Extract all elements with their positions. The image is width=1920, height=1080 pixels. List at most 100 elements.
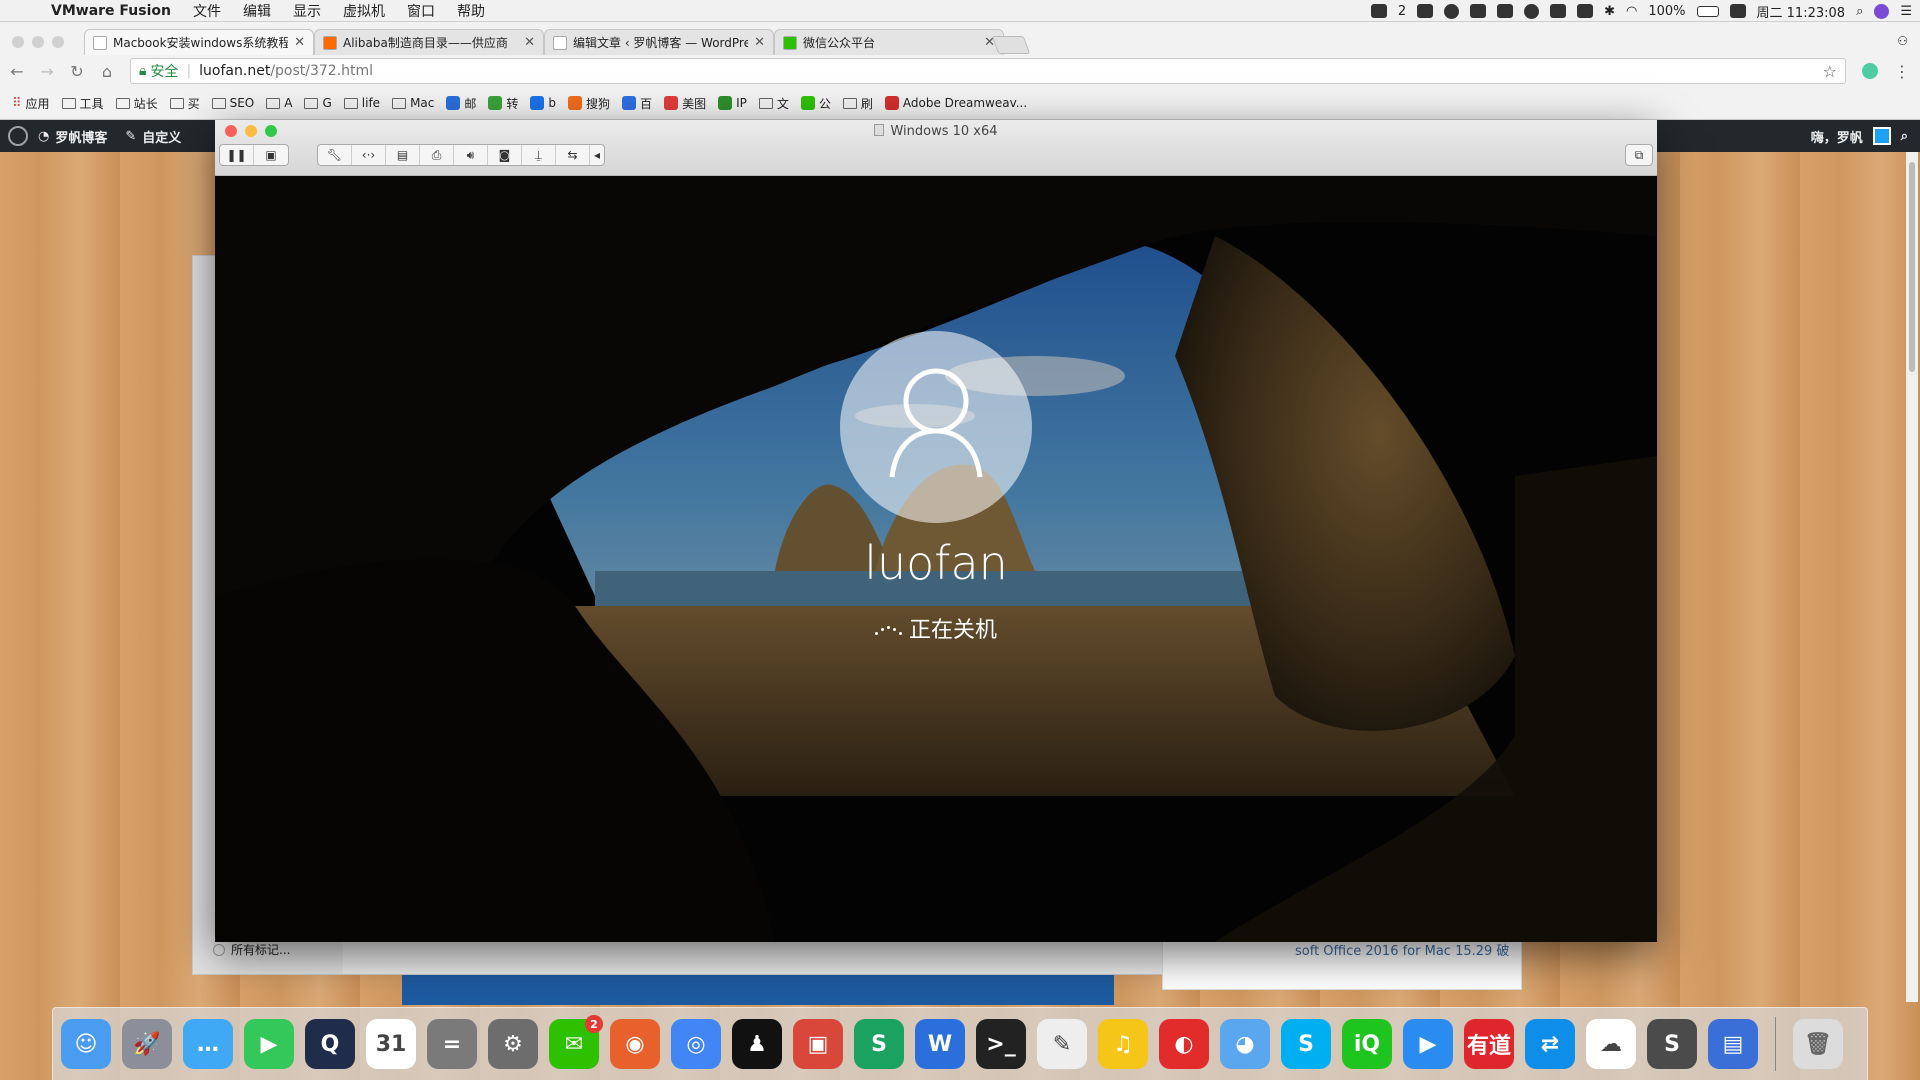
- dock-qq-icon[interactable]: ♟: [732, 1019, 782, 1069]
- snapshot-icon[interactable]: ▣: [254, 145, 288, 165]
- input-method-icon[interactable]: [1729, 4, 1746, 18]
- dock-youdao-icon[interactable]: 有道: [1464, 1019, 1514, 1069]
- bookmark-item[interactable]: 文: [758, 95, 789, 112]
- collapse-toolbar-icon[interactable]: ◂: [590, 145, 604, 165]
- settings-wrench-icon[interactable]: 🔧︎: [318, 145, 352, 165]
- notification-center-icon[interactable]: ☰: [1900, 4, 1912, 19]
- bookmark-item[interactable]: 搜狗: [568, 95, 610, 112]
- wp-customize[interactable]: 自定义: [142, 127, 181, 146]
- extension-icon[interactable]: [1862, 63, 1878, 79]
- usb-icon[interactable]: ⍊: [522, 145, 556, 165]
- avatar[interactable]: [1872, 127, 1891, 145]
- browser-minimize-button[interactable]: [32, 36, 44, 48]
- send-icon[interactable]: [1497, 4, 1514, 18]
- screen-icon[interactable]: [1470, 4, 1487, 18]
- tab-close-icon[interactable]: ✕: [294, 35, 305, 50]
- bookmark-item[interactable]: Mac: [392, 96, 434, 110]
- dock-teamviewer-icon[interactable]: ⇄: [1525, 1019, 1575, 1069]
- dock-iqiyi-icon[interactable]: iQ: [1342, 1019, 1392, 1069]
- menu-window[interactable]: 窗口: [396, 1, 446, 21]
- unity-view-icon[interactable]: ⧉: [1626, 145, 1652, 165]
- bookmark-item[interactable]: 美图: [664, 95, 706, 112]
- bookmark-item[interactable]: Adobe Dreamweav...: [884, 96, 1027, 110]
- bookmark-item[interactable]: 买: [169, 95, 200, 112]
- address-bar[interactable]: 🔒︎ 安全 | luofan.net /post/372.html ☆: [130, 58, 1846, 84]
- dock-system-preferences-icon[interactable]: ⚙: [488, 1019, 538, 1069]
- bluetooth-icon[interactable]: ✱: [1604, 4, 1615, 19]
- browser-tab[interactable]: Alibaba制造商目录——供应商 ✕: [314, 29, 544, 55]
- dock-wps-writer-icon[interactable]: W: [915, 1019, 965, 1069]
- new-tab-button[interactable]: [991, 36, 1031, 54]
- wordpress-logo-icon[interactable]: [8, 126, 28, 146]
- sound-icon[interactable]: 🔊︎: [454, 145, 488, 165]
- battery-percent[interactable]: 100%: [1648, 4, 1685, 19]
- reload-button[interactable]: ↻: [70, 62, 84, 81]
- scrollbar-thumb[interactable]: [1909, 162, 1915, 372]
- menu-help[interactable]: 帮助: [446, 1, 496, 21]
- browser-tab[interactable]: Macbook安装windows系统教程 ✕: [84, 29, 314, 55]
- bookmark-item[interactable]: SEO: [211, 96, 254, 110]
- disk-icon[interactable]: ▤: [386, 145, 420, 165]
- tab-close-icon[interactable]: ✕: [524, 35, 535, 50]
- menubar-clock[interactable]: 周二 11:23:08: [1757, 2, 1846, 21]
- dock-calendar-icon[interactable]: 31: [366, 1019, 416, 1069]
- bookmark-item[interactable]: 站长: [115, 95, 158, 112]
- dock-trash-icon[interactable]: 🗑: [1793, 1019, 1843, 1069]
- bookmark-item[interactable]: IP: [718, 96, 747, 110]
- dock-sublime-text-icon[interactable]: S: [1647, 1019, 1697, 1069]
- dock-qq-music-icon[interactable]: ♫: [1098, 1019, 1148, 1069]
- bookmark-item[interactable]: G: [304, 96, 332, 110]
- menu-file[interactable]: 文件: [182, 1, 232, 21]
- netdisk-status-icon[interactable]: [1550, 4, 1567, 18]
- dock-launchpad-icon[interactable]: 🚀: [122, 1019, 172, 1069]
- bookmark-item[interactable]: ⠿ 应用: [12, 95, 50, 112]
- browser-zoom-button[interactable]: [52, 36, 64, 48]
- wp-greeting[interactable]: 嗨，罗帆: [1811, 127, 1863, 146]
- camera-icon[interactable]: ◙: [488, 145, 522, 165]
- bookmark-item[interactable]: life: [343, 96, 380, 110]
- sharing-icon[interactable]: ⇆: [556, 145, 590, 165]
- wps-status-icon[interactable]: [1524, 3, 1540, 19]
- siri-icon[interactable]: [1874, 3, 1890, 19]
- wp-site-name[interactable]: 罗帆博客: [55, 127, 107, 146]
- bookmark-item[interactable]: 公: [800, 95, 831, 112]
- dock-baidu-netdisk-icon[interactable]: ☁: [1586, 1019, 1636, 1069]
- wechat-status-icon[interactable]: [1370, 4, 1387, 18]
- menu-app-name[interactable]: VMware Fusion: [40, 3, 182, 19]
- spotlight-icon[interactable]: ⌕: [1856, 4, 1863, 19]
- dock-facetime-icon[interactable]: ▶: [244, 1019, 294, 1069]
- dock-skype-icon[interactable]: S: [1281, 1019, 1331, 1069]
- dock-wechat-icon[interactable]: ✉ 2: [549, 1015, 603, 1069]
- notification-bell-icon[interactable]: [1444, 3, 1460, 19]
- network-icon[interactable]: ‹·›: [352, 145, 386, 165]
- dock-textedit-icon[interactable]: ✎: [1037, 1019, 1087, 1069]
- page-scrollbar[interactable]: [1906, 152, 1918, 1002]
- article-card[interactable]: soft Office 2016 for Mac 15.29 破: [1162, 935, 1522, 990]
- bookmark-item[interactable]: 工具: [61, 95, 104, 112]
- dock-remote-desktop-icon[interactable]: ▣: [793, 1019, 843, 1069]
- bookmark-item[interactable]: 百: [622, 95, 652, 112]
- bookmark-item[interactable]: A: [266, 96, 292, 110]
- vm-screen[interactable]: luofan 正在关机: [215, 176, 1657, 942]
- wifi-icon[interactable]: ◠: [1626, 4, 1637, 19]
- bookmark-item[interactable]: 转: [488, 95, 518, 112]
- printer-icon[interactable]: ⎙: [420, 145, 454, 165]
- tab-close-icon[interactable]: ✕: [754, 35, 765, 50]
- all-bookmarks-item[interactable]: 所有标记...: [213, 941, 290, 958]
- wp-search-icon[interactable]: ⌕: [1901, 129, 1908, 144]
- dock-quicktime-icon[interactable]: Q: [305, 1019, 355, 1069]
- grid-status-icon[interactable]: [1577, 4, 1594, 18]
- browser-tab[interactable]: 编辑文章 ‹ 罗帆博客 — WordPress ✕: [544, 29, 774, 55]
- back-button[interactable]: ←: [10, 62, 24, 81]
- dock-firefox-icon[interactable]: ◉: [610, 1019, 660, 1069]
- browser-close-button[interactable]: [12, 36, 24, 48]
- menu-virtual-machine[interactable]: 虚拟机: [332, 1, 396, 21]
- chrome-menu-icon[interactable]: ⋮: [1894, 62, 1910, 81]
- home-button[interactable]: ⌂: [100, 62, 114, 81]
- profile-icon[interactable]: ⚇: [1897, 34, 1908, 48]
- menu-edit[interactable]: 编辑: [232, 1, 282, 21]
- dock-video-player-icon[interactable]: ▶: [1403, 1019, 1453, 1069]
- dock-messages-icon[interactable]: …: [183, 1019, 233, 1069]
- forward-button[interactable]: →: [40, 62, 54, 81]
- pause-icon[interactable]: ❚❚: [220, 145, 254, 165]
